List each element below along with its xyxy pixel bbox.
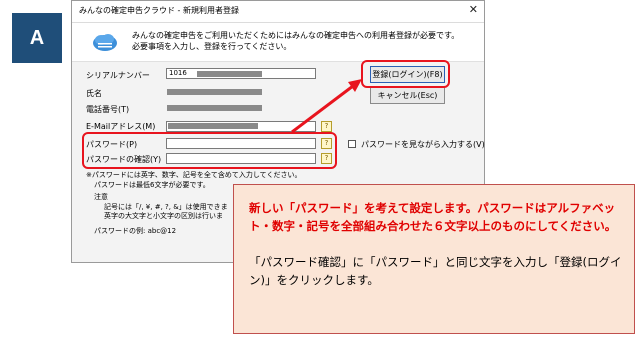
callout-red-text: 新しい「パスワード」を考えて設定します。パスワードはアルファベット・数字・記号を… — [249, 201, 617, 233]
instruction-callout: 新しい「パスワード」を考えて設定します。パスワードはアルファベット・数字・記号を… — [233, 184, 635, 334]
callout-black-text: 「パスワード確認」に「パスワード」と同じ文字を入力し「登録(ログイン)」をクリッ… — [249, 255, 622, 287]
